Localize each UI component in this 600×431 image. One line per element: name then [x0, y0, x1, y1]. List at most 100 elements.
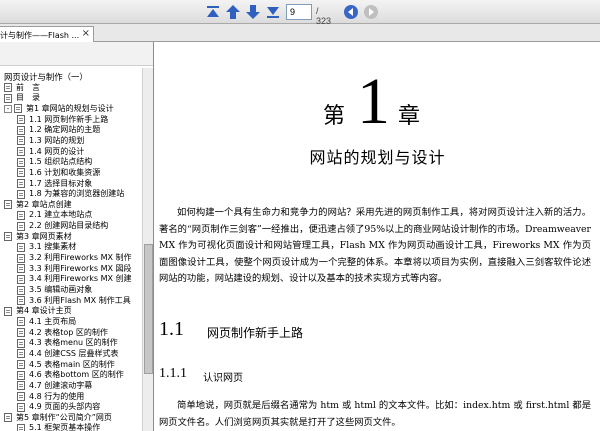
page-icon — [17, 189, 25, 199]
last-page-button[interactable] — [264, 3, 282, 21]
bookmark-item[interactable]: 1.8 为兼容的浏览器创建站 — [17, 189, 124, 199]
bookmark-label: 第1 章网站的规划与设计 — [26, 103, 114, 113]
bookmark-item[interactable]: 4.3 表格menu 区的制作 — [17, 338, 118, 348]
bookmark-item[interactable]: 前 言 — [4, 83, 40, 93]
bookmark-item[interactable]: 3.6 利用Flash MX 制作工具 — [17, 296, 131, 306]
circle-left-icon — [344, 5, 358, 19]
bookmark-item[interactable]: 2.2 创建网站目录结构 — [17, 221, 108, 231]
page-icon — [4, 306, 12, 316]
bookmarks-sidebar: 网页设计与制作（一）前 言目 录 - 第1 章网站的规划与设计 1.1 网页制作新手上… — [0, 42, 154, 431]
bookmark-item[interactable]: 3.4 利用Fireworks MX 创建 — [17, 274, 132, 284]
page-icon — [17, 423, 25, 431]
sidebar-scrollbar-thumb[interactable] — [144, 244, 153, 374]
bookmark-label: 1.7 选择目标对象 — [29, 178, 93, 188]
intro-paragraph: 如何构建一个具有生命力和竞争力的网站？采用先进的网页制作工具，将对网页设计注入新… — [159, 207, 591, 285]
bookmark-label: 2.1 建立本地站点 — [29, 210, 93, 220]
subsection-number: 1.1.1 — [159, 366, 187, 381]
bookmark-item[interactable]: 4.8 行为的使用 — [17, 392, 84, 402]
bookmark-item[interactable]: 4.6 表格bottom 区的制作 — [17, 370, 124, 380]
bookmark-item[interactable]: 3.2 利用Fireworks MX 制作 — [17, 253, 132, 263]
page-icon — [17, 179, 25, 188]
previous-page-button[interactable] — [224, 3, 242, 21]
subsection-title: 认识网页 — [203, 373, 243, 384]
tab-close-button[interactable]: × — [82, 28, 90, 39]
page-icon — [17, 221, 25, 231]
bookmark-item[interactable]: 网页设计与制作（一） — [4, 72, 88, 82]
bookmark-label: 3.2 利用Fireworks MX 制作 — [29, 253, 132, 263]
first-page-button[interactable] — [204, 3, 222, 21]
page-icon — [17, 157, 25, 167]
bookmark-label: 目 录 — [16, 93, 40, 103]
bookmark-label: 1.3 网站的规划 — [29, 135, 85, 145]
bookmark-item[interactable]: 1.3 网站的规划 — [17, 136, 84, 146]
bookmark-item[interactable]: 第2 章站点创建 — [4, 200, 72, 210]
bookmark-item[interactable]: 4.1 主页布局 — [17, 317, 76, 327]
bookmark-item[interactable]: 1.4 网页的设计 — [17, 147, 84, 157]
bookmark-label: 4.8 行为的使用 — [29, 391, 85, 401]
next-page-button[interactable] — [244, 3, 262, 21]
document-tab[interactable]: 计与制作——Flash ... × — [0, 26, 94, 42]
bookmark-label: 4.5 表格main 区的制作 — [29, 359, 115, 369]
page-icon — [17, 381, 25, 391]
bookmark-item[interactable]: 1.5 组织站点结构 — [17, 157, 92, 167]
page-icon — [17, 242, 25, 252]
chapter-heading: 第 1 章 — [155, 65, 600, 138]
page-icon — [17, 264, 25, 274]
bookmark-label: 1.1 网页制作新手上路 — [29, 114, 109, 124]
bookmark-item[interactable]: 2.1 建立本地站点 — [17, 210, 92, 220]
tab-title: 计与制作——Flash ... — [0, 31, 80, 40]
chapter-title: 网站的规划与设计 — [309, 148, 446, 167]
bookmark-item[interactable]: 3.1 搜集素材 — [17, 242, 76, 252]
bookmark-item[interactable]: 4.9 页面的头部内容 — [17, 402, 100, 412]
bookmark-label: 第2 章站点创建 — [16, 199, 72, 209]
bookmark-label: 3.1 搜集素材 — [29, 242, 77, 252]
bookmark-label: 1.6 计划和收集资源 — [29, 167, 101, 177]
current-page-input[interactable] — [286, 4, 312, 20]
page-icon — [17, 285, 25, 295]
bookmark-item[interactable]: 4.2 表格top 区的制作 — [17, 328, 108, 338]
bookmark-item[interactable]: 4.7 创建滚动字幕 — [17, 381, 92, 391]
bookmark-item[interactable]: 第4 章设计主页 — [4, 306, 72, 316]
arrow-up-icon — [226, 5, 240, 19]
page-icon — [4, 232, 12, 242]
bookmark-label: 第3 章网页素材 — [16, 231, 72, 241]
page-icon — [17, 296, 25, 306]
page-icon — [17, 349, 25, 359]
sidebar-header — [0, 42, 153, 66]
back-button[interactable] — [342, 3, 360, 21]
bookmark-label: 5.1 框架页基本操作 — [29, 423, 101, 431]
page-icon — [4, 413, 12, 423]
bookmark-item[interactable]: 3.5 编辑动画对象 — [17, 285, 92, 295]
arrow-down-icon — [246, 5, 260, 19]
bookmark-item[interactable]: 1.2 确定网站的主题 — [17, 125, 100, 135]
section-number: 1.1 — [159, 318, 184, 340]
sidebar-scrollbar[interactable] — [142, 68, 153, 431]
bookmark-label: 1.8 为兼容的浏览器创建站 — [29, 189, 125, 199]
bookmark-item[interactable]: 1.6 计划和收集资源 — [17, 168, 100, 178]
bookmark-label: 3.3 利用Fireworks MX 図段 — [29, 263, 132, 273]
page-icon — [17, 402, 25, 412]
bookmark-label: 4.2 表格top 区的制作 — [29, 327, 108, 337]
page-icon — [17, 338, 25, 348]
bookmark-item[interactable]: 第5 章制作“公司简介”网页 — [4, 413, 112, 423]
bookmark-item[interactable]: - 第1 章网站的规划与设计 — [4, 104, 114, 114]
bookmark-item[interactable]: 4.5 表格main 区的制作 — [17, 360, 115, 370]
chapter-prefix: 第 — [323, 104, 346, 129]
bookmark-label: 1.2 确定网站的主题 — [29, 125, 101, 135]
page-icon — [17, 370, 25, 380]
bookmark-item[interactable]: 第3 章网页素材 — [4, 232, 72, 242]
bookmark-item[interactable]: 目 录 — [4, 93, 40, 103]
bookmark-label: 第4 章设计主页 — [16, 306, 72, 316]
bookmark-item[interactable]: 1.1 网页制作新手上路 — [17, 115, 108, 125]
forward-button[interactable] — [362, 3, 380, 21]
page-icon — [14, 104, 22, 114]
bookmark-item[interactable]: 3.3 利用Fireworks MX 図段 — [17, 264, 132, 274]
bookmark-item[interactable]: 5.1 框架页基本操作 — [17, 423, 100, 431]
expand-toggle[interactable]: - — [4, 104, 12, 113]
page-icon — [17, 392, 25, 401]
bookmark-label: 4.4 创建CSS 层叠样式表 — [29, 348, 119, 358]
bookmark-item[interactable]: 1.7 选择目标对象 — [17, 179, 92, 189]
page-icon — [17, 136, 25, 146]
navigation-toolbar: / 323 — [0, 0, 600, 26]
bookmark-item[interactable]: 4.4 创建CSS 层叠样式表 — [17, 349, 119, 359]
